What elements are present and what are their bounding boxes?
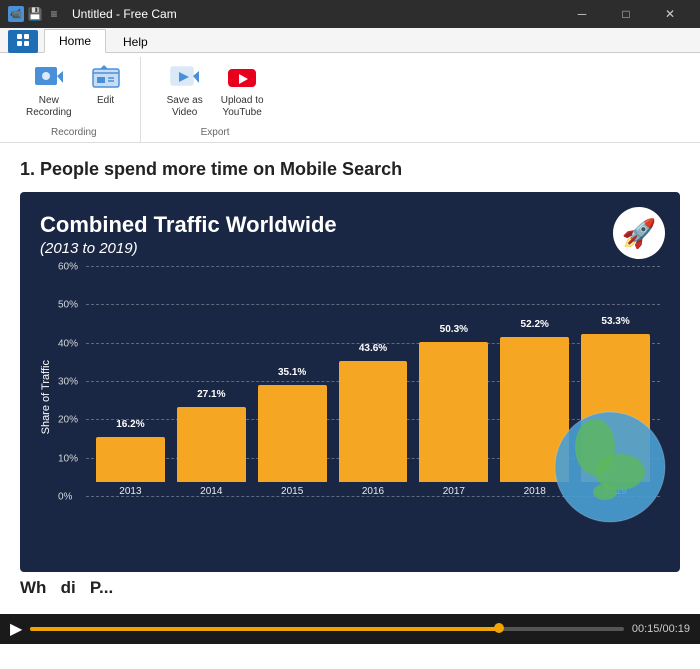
play-button[interactable]: ▶: [10, 619, 22, 639]
player-bar: ▶ 00:15/00:19: [0, 614, 700, 644]
edit-button[interactable]: Edit: [84, 57, 128, 123]
bar-2015-label: 35.1%: [278, 367, 306, 378]
bar-2019-label: 53.3%: [601, 316, 629, 327]
globe-decoration: [530, 327, 680, 527]
title-bar: 📹 💾 ≡ Untitled - Free Cam ─ □ ✕: [0, 0, 700, 28]
title-bar-app-icon: 📹: [8, 6, 24, 22]
close-button[interactable]: ✕: [648, 0, 692, 28]
bar-2015-rect: 35.1%: [258, 385, 327, 482]
bar-2017-rect: 50.3%: [419, 342, 488, 482]
save-as-video-label: Save asVideo: [167, 95, 203, 119]
tab-help[interactable]: Help: [108, 30, 163, 53]
bar-2016: 43.6% 2016: [339, 361, 408, 497]
ribbon-group-export: Save asVideo Upload toYouTube Export: [149, 57, 282, 142]
recording-group-label: Recording: [51, 127, 97, 138]
minimize-button[interactable]: ─: [560, 0, 604, 28]
title-bar-title: Untitled - Free Cam: [72, 7, 177, 21]
title-bar-save-icon[interactable]: 💾: [27, 6, 43, 22]
chart-inner: 60% 50% 40% 30% 20% 10% 0% 16.2% 2013: [56, 267, 660, 527]
ribbon-tabs: Home Help: [0, 28, 700, 53]
bar-2017: 50.3% 2017: [419, 342, 488, 497]
bar-2016-year: 2016: [362, 486, 384, 497]
recording-buttons: NewRecording Edit: [20, 57, 128, 123]
bar-2013-year: 2013: [119, 486, 141, 497]
upload-youtube-button[interactable]: Upload toYouTube: [215, 57, 270, 123]
progress-thumb: [494, 623, 504, 633]
title-bar-menu-icon[interactable]: ≡: [46, 6, 62, 22]
rocket-icon: 🚀: [622, 217, 657, 250]
title-bar-controls: ─ □ ✕: [560, 0, 692, 28]
bar-2013: 16.2% 2013: [96, 437, 165, 497]
save-as-video-icon: [169, 61, 201, 93]
bar-2013-rect: 16.2%: [96, 437, 165, 482]
bar-2017-label: 50.3%: [440, 324, 468, 335]
new-recording-button[interactable]: NewRecording: [20, 57, 78, 123]
bar-2014: 27.1% 2014: [177, 407, 246, 497]
bar-2013-label: 16.2%: [116, 419, 144, 430]
export-group-label: Export: [201, 127, 230, 138]
maximize-button[interactable]: □: [604, 0, 648, 28]
quick-access-tab[interactable]: [8, 30, 38, 53]
new-recording-label: NewRecording: [26, 95, 72, 119]
progress-fill: [30, 627, 499, 631]
edit-icon: [90, 61, 122, 93]
partial-text: Wh di P...: [20, 578, 113, 597]
bar-2014-rect: 27.1%: [177, 407, 246, 482]
total-time: 00:19: [662, 623, 690, 635]
chart-slide: 🚀 Combined Traffic Worldwide (2013 to 20…: [20, 192, 680, 572]
tab-home[interactable]: Home: [44, 29, 106, 53]
title-bar-left: 📹 💾 ≡ Untitled - Free Cam: [8, 6, 177, 22]
chart-subtitle: (2013 to 2019): [40, 240, 660, 257]
chart-title: Combined Traffic Worldwide: [40, 212, 660, 238]
chart-area: Share of Traffic 60% 50% 40% 30% 20% 10%…: [40, 267, 660, 527]
bar-2016-rect: 43.6%: [339, 361, 408, 482]
bar-2016-label: 43.6%: [359, 343, 387, 354]
ribbon: Home Help NewRecording: [0, 28, 700, 143]
new-recording-icon: [33, 61, 65, 93]
slide-title: 1. People spend more time on Mobile Sear…: [20, 159, 680, 180]
current-time: 00:15: [632, 623, 660, 635]
progress-track[interactable]: [30, 627, 624, 631]
bar-2014-year: 2014: [200, 486, 222, 497]
edit-label: Edit: [97, 95, 114, 107]
export-buttons: Save asVideo Upload toYouTube: [161, 57, 270, 123]
upload-youtube-icon: [226, 61, 258, 93]
ribbon-group-recording: NewRecording Edit: [8, 57, 141, 142]
main-content: 1. People spend more time on Mobile Sear…: [0, 143, 700, 669]
next-slide-partial: Wh di P...: [20, 578, 680, 602]
upload-youtube-label: Upload toYouTube: [221, 95, 264, 119]
y-axis-label: Share of Traffic: [40, 360, 52, 434]
ribbon-content: NewRecording Edit: [0, 53, 700, 142]
save-as-video-button[interactable]: Save asVideo: [161, 57, 209, 123]
time-display: 00:15/00:19: [632, 623, 690, 635]
bar-2015: 35.1% 2015: [258, 385, 327, 497]
bar-2017-year: 2017: [443, 486, 465, 497]
rocket-badge: 🚀: [613, 207, 665, 259]
bar-2015-year: 2015: [281, 486, 303, 497]
bar-2014-label: 27.1%: [197, 389, 225, 400]
